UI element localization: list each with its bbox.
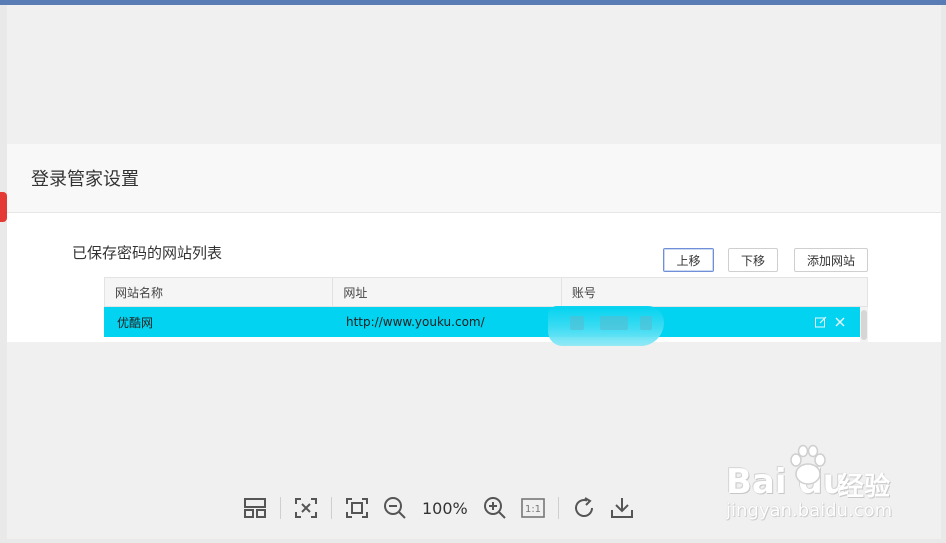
background-bottom-edge [0, 539, 946, 543]
redacted-block [570, 316, 584, 330]
background-red-tab [0, 192, 7, 222]
row-url: http://www.youku.com/ [346, 315, 485, 329]
column-header-url[interactable]: 网址 [333, 278, 562, 306]
toolbar-divider [280, 497, 281, 519]
zoom-level: 100% [422, 498, 468, 518]
row-site-name: 优酷网 [117, 315, 154, 330]
baidu-paw-icon [784, 442, 832, 494]
redacted-block [600, 316, 628, 330]
zoom-in-icon[interactable] [476, 490, 514, 526]
saved-sites-label: 已保存密码的网站列表 [72, 244, 223, 262]
table-header: 网站名称 网址 账号 [104, 277, 868, 307]
toolbar-divider [557, 497, 559, 519]
column-header-account[interactable]: 账号 [562, 278, 867, 306]
move-down-button[interactable]: 下移 [728, 248, 778, 272]
rotate-icon[interactable] [565, 490, 603, 526]
edit-icon[interactable] [814, 315, 828, 329]
svg-text:1:1: 1:1 [525, 504, 541, 515]
fullscreen-icon[interactable] [338, 490, 376, 526]
zoom-out-icon[interactable] [376, 490, 414, 526]
actual-size-icon[interactable]: 1:1 [514, 490, 552, 526]
table-row[interactable]: 优酷网 http://www.youku.com/ [104, 307, 868, 337]
dialog-title: 登录管家设置 [31, 169, 139, 190]
fit-screen-icon[interactable] [287, 490, 325, 526]
saved-sites-table: 网站名称 网址 账号 优酷网 http://www.youku.com/ [104, 277, 868, 342]
baidu-jingyan-watermark: Bai du 经验 jingyan.baidu.com [726, 444, 926, 540]
column-header-site-name[interactable]: 网站名称 [105, 278, 334, 306]
table-scrollbar-thumb[interactable] [861, 310, 867, 340]
download-icon[interactable] [603, 490, 641, 526]
dialog-header: 登录管家设置 [7, 144, 941, 213]
move-up-button[interactable]: 上移 [663, 248, 714, 272]
layout-icon[interactable] [236, 490, 274, 526]
redacted-block [640, 316, 652, 330]
window-top-bar [0, 0, 946, 5]
row-actions [814, 307, 846, 337]
background-page-right-edge [941, 5, 946, 543]
watermark-jingyan: 经验 [838, 472, 891, 502]
toolbar-divider [331, 497, 332, 519]
delete-icon[interactable] [834, 316, 846, 328]
add-site-button[interactable]: 添加网站 [794, 248, 868, 272]
watermark-url: jingyan.baidu.com [726, 500, 893, 521]
login-manager-settings-dialog: 登录管家设置 已保存密码的网站列表 上移 下移 添加网站 网站名称 网址 账号 … [7, 144, 941, 342]
image-viewer-toolbar: 100% 1:1 [236, 490, 641, 526]
background-page-left-edge [0, 5, 7, 543]
